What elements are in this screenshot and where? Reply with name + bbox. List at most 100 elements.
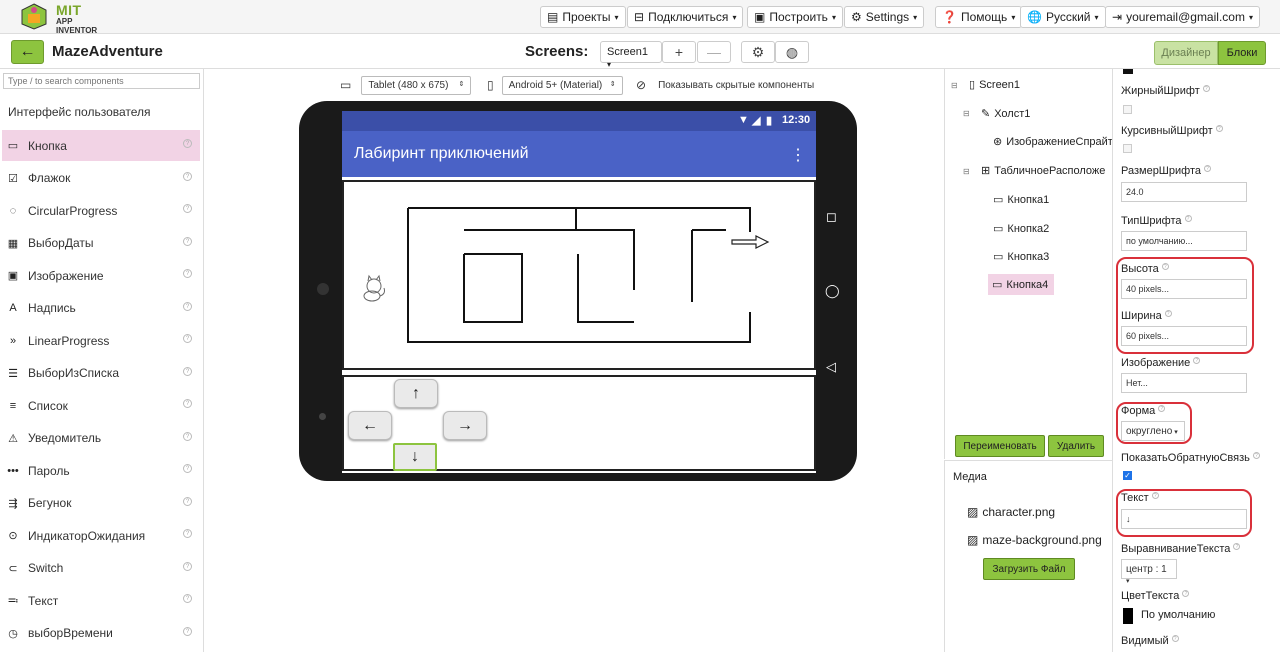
collapse-toggle-icon[interactable]: ⊟ — [963, 167, 970, 176]
button-1-up[interactable]: ↑ — [394, 379, 438, 408]
tree-item-button2[interactable]: ▭ Кнопка2 — [993, 222, 1049, 236]
menu-projects[interactable]: ▤ Проекты ▾ — [540, 6, 626, 28]
help-icon[interactable]: ? — [1215, 125, 1223, 132]
palette-item[interactable]: ◷ выборВремени? — [2, 618, 200, 649]
upload-file-button[interactable]: Загрузить Файл — [983, 558, 1075, 580]
palette-item[interactable]: ☰ ВыборИзСписка? — [2, 358, 200, 389]
help-icon[interactable]: ? — [183, 236, 192, 246]
width-input[interactable]: 60 pixels... — [1121, 326, 1247, 346]
help-icon[interactable]: ? — [183, 366, 192, 376]
tree-item-button1[interactable]: ▭ Кнопка1 — [993, 193, 1049, 207]
help-icon[interactable]: ? — [183, 301, 192, 311]
italic-checkbox[interactable] — [1123, 144, 1132, 153]
collapse-toggle-icon[interactable]: ⊟ — [963, 109, 970, 118]
help-icon[interactable]: ? — [1202, 85, 1210, 92]
palette-item[interactable]: ⚠ Уведомитель? — [2, 423, 200, 454]
textcolor-swatch[interactable] — [1123, 608, 1133, 624]
button-2-left[interactable]: ← — [348, 411, 392, 440]
help-icon[interactable]: ? — [1204, 165, 1211, 172]
menu-settings[interactable]: ⚙ Settings ▾ — [844, 6, 925, 28]
help-icon[interactable]: ? — [183, 399, 192, 408]
palette-item[interactable]: ☑ Флажок? — [2, 163, 200, 194]
tree-item-button3[interactable]: ▭ Кнопка3 — [993, 250, 1049, 264]
fontsize-input[interactable]: 24.0 — [1121, 182, 1247, 202]
project-properties-button[interactable]: ⚙ — [741, 41, 775, 63]
image-input[interactable]: Нет... — [1121, 373, 1247, 393]
textcolor-value[interactable]: По умолчанию — [1141, 609, 1215, 621]
help-icon[interactable]: ? — [1161, 263, 1169, 270]
align-select[interactable]: центр : 1 ▾ — [1121, 559, 1177, 585]
help-icon[interactable]: ? — [183, 496, 192, 506]
menu-build[interactable]: ▣ Построить ▾ — [747, 6, 843, 28]
preview-button[interactable]: ◍ — [775, 41, 809, 63]
help-icon[interactable]: ? — [183, 139, 192, 148]
palette-item[interactable]: ≕ Текст? — [2, 585, 200, 616]
palette-item[interactable]: » LinearProgress? — [2, 325, 200, 356]
help-icon[interactable]: ? — [183, 594, 192, 603]
media-file[interactable]: ▨ maze-background.png — [967, 533, 1102, 547]
palette-item[interactable]: ◌ CircularProgress? — [2, 195, 200, 226]
palette-item[interactable]: ••• Пароль? — [2, 455, 200, 486]
back-button[interactable]: ← — [11, 40, 44, 64]
designer-button[interactable]: Дизайнер — [1154, 41, 1218, 65]
theme-select[interactable]: Android 5+ (Material) ⇕ — [501, 75, 623, 95]
tree-item-screen1[interactable]: ▯ Screen1 — [969, 78, 1020, 92]
palette-item[interactable]: ⊂ Switch? — [2, 553, 200, 584]
menu-account[interactable]: ⇥ youremail@gmail.com ▾ — [1105, 6, 1260, 28]
collapse-toggle-icon[interactable]: ⊟ — [951, 81, 958, 90]
help-icon[interactable]: ? — [1164, 310, 1172, 317]
palette-item[interactable]: ⊙ ИндикаторОжидания? — [2, 520, 200, 551]
remove-screen-button[interactable]: — — [697, 41, 731, 63]
delete-button[interactable]: Удалить — [1048, 435, 1104, 457]
blocks-button[interactable]: Блоки — [1218, 41, 1266, 65]
help-icon[interactable]: ? — [1184, 215, 1192, 222]
bold-checkbox[interactable] — [1123, 105, 1132, 114]
tree-item-canvas1[interactable]: ✎ Холст1 — [981, 107, 1030, 121]
text-input[interactable]: ↓ — [1121, 509, 1247, 529]
help-icon[interactable]: ? — [183, 269, 192, 278]
palette-item[interactable]: ▣ Изображение? — [2, 260, 200, 291]
feedback-checkbox[interactable]: ✓ — [1123, 471, 1132, 480]
help-icon[interactable]: ? — [1151, 492, 1159, 499]
help-icon[interactable]: ? — [1182, 590, 1190, 597]
device-size-select[interactable]: Tablet (480 x 675) ⇕ — [361, 75, 472, 95]
help-icon[interactable]: ? — [1233, 543, 1241, 550]
component-search-input[interactable] — [3, 73, 200, 89]
tree-item-button4[interactable]: ▭ Кнопка4 — [988, 274, 1055, 295]
menu-connect[interactable]: ⊟ Подключиться ▾ — [627, 6, 744, 28]
palette-item[interactable]: ≡ Список? — [2, 390, 200, 421]
help-icon[interactable]: ? — [183, 626, 192, 636]
typeface-input[interactable]: по умолчанию... — [1121, 231, 1247, 251]
tree-item-tablearrangement[interactable]: ⊞ ТабличноеРасположе — [981, 164, 1105, 178]
help-icon[interactable]: ? — [1193, 357, 1201, 364]
help-icon[interactable]: ? — [183, 431, 192, 441]
canvas-1[interactable] — [342, 180, 816, 370]
hidden-components-toggle[interactable]: ⊘ Показывать скрытые компоненты — [636, 75, 814, 95]
menu-help[interactable]: ❓ Помощь ▾ — [935, 6, 1023, 28]
menu-language[interactable]: 🌐 Русский ▾ — [1020, 6, 1106, 28]
help-icon[interactable]: ? — [183, 204, 192, 213]
help-icon[interactable]: ? — [1252, 452, 1260, 459]
height-input[interactable]: 40 pixels... — [1121, 279, 1247, 299]
palette-item[interactable]: ▭ Кнопка? — [2, 130, 200, 161]
palette-item[interactable]: ▦ ВыборДаты? — [2, 228, 200, 259]
help-icon[interactable]: ? — [183, 334, 192, 343]
add-screen-button[interactable]: + — [662, 41, 696, 63]
button-4-down[interactable]: ↓ — [393, 443, 437, 471]
button-3-right[interactable]: → — [443, 411, 487, 440]
rename-button[interactable]: Переименовать — [955, 435, 1045, 457]
palette-item[interactable]: ⇶ Бегунок? — [2, 488, 200, 519]
help-icon[interactable]: ? — [183, 561, 192, 571]
palette-item[interactable]: A Надпись? — [2, 293, 200, 324]
shape-select[interactable]: округлено ▾ — [1121, 421, 1185, 441]
app-inventor-logo[interactable]: MIT APP INVENTOR — [18, 2, 113, 35]
help-icon[interactable]: ? — [183, 529, 192, 538]
help-icon[interactable]: ? — [183, 464, 192, 473]
help-icon[interactable]: ? — [1171, 635, 1179, 642]
help-icon[interactable]: ? — [1158, 405, 1166, 412]
help-icon[interactable]: ? — [183, 171, 192, 181]
tree-item-imagesprite[interactable]: ⊛ ИзображениеСпрайт — [993, 135, 1113, 149]
screen-select[interactable]: Screen1 ▾ — [600, 41, 662, 69]
palette-category-ui[interactable]: Интерфейс пользователя — [8, 105, 151, 119]
media-file[interactable]: ▨ character.png — [967, 505, 1055, 519]
